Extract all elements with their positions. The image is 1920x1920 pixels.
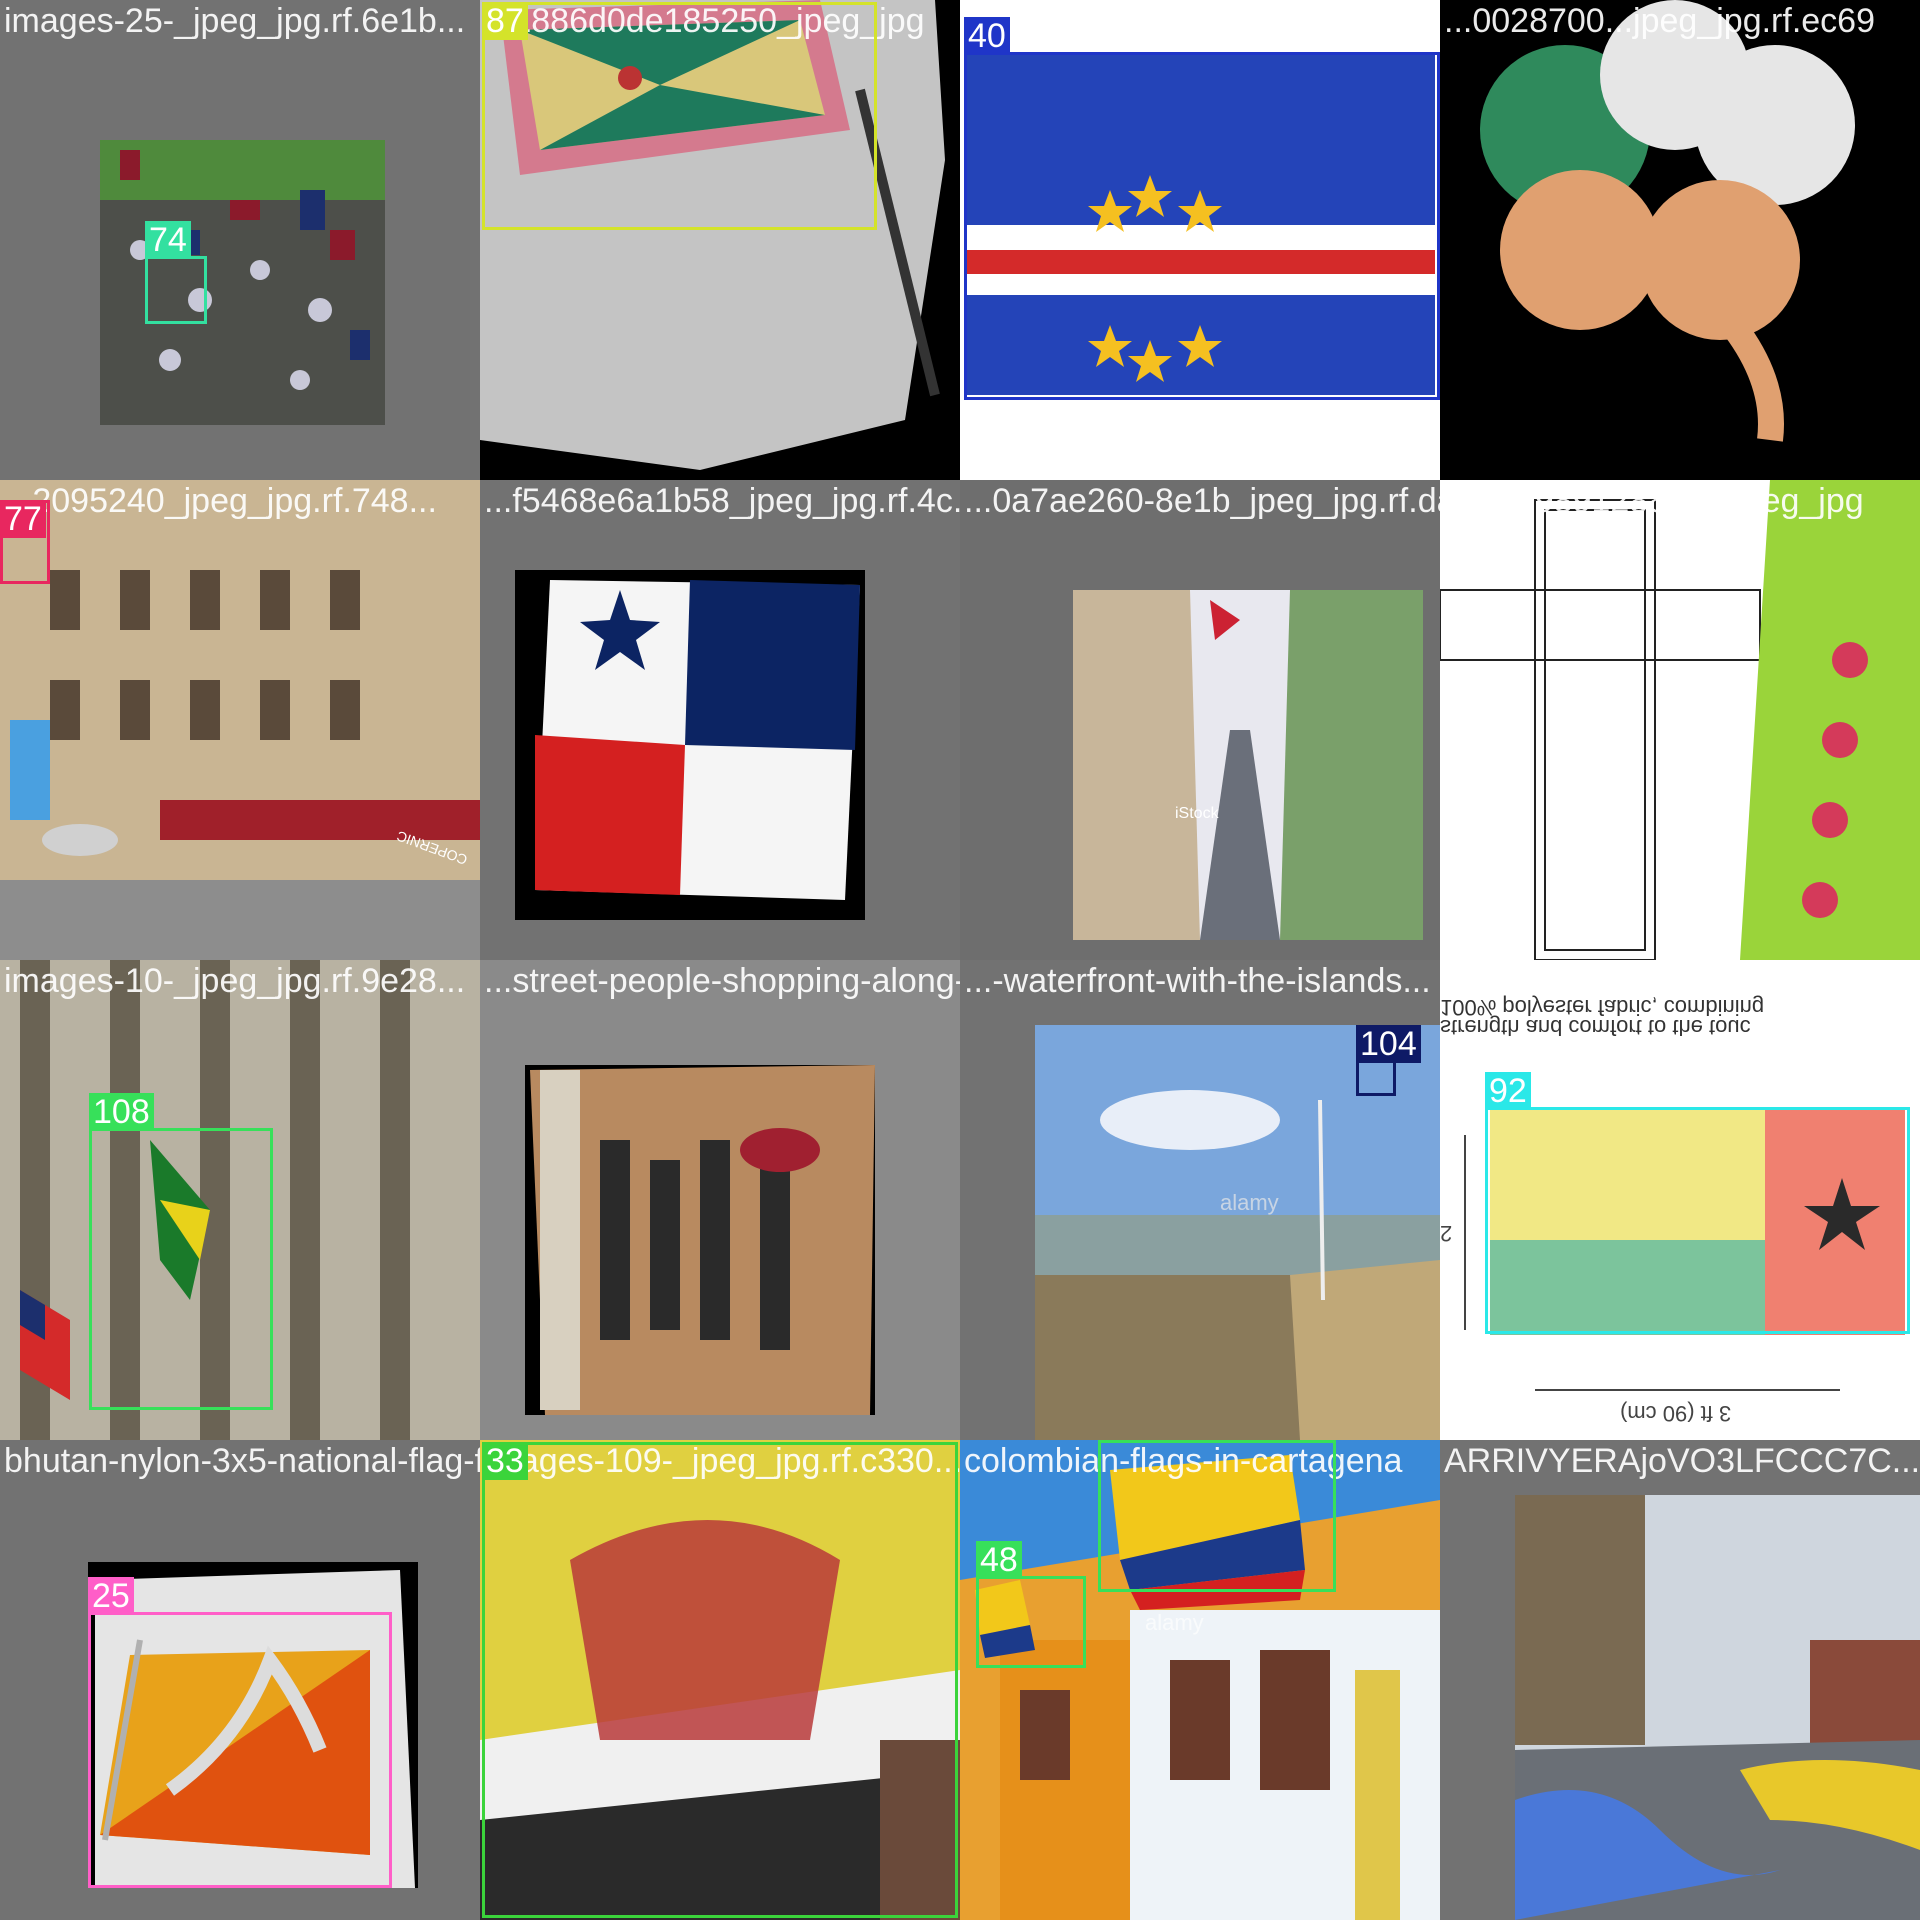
bbox-class-label: 25 xyxy=(88,1577,134,1615)
tile-5-image xyxy=(480,480,960,960)
bbox-class-label: 48 xyxy=(976,1541,1022,1579)
bounding-box: 104 xyxy=(1356,1025,1421,1096)
tile-10: ...-waterfront-with-the-islands... alamy… xyxy=(960,960,1440,1440)
tile-11: ...f1d8XDYbM1L_jpeg_jpg.rf.e... 100% pol… xyxy=(1440,960,1920,1440)
tile-13: images-109-_jpeg_jpg.rf.c330... 33 xyxy=(480,1440,960,1920)
tile-0-image xyxy=(0,0,480,480)
bbox-class-label: 48 xyxy=(1098,1440,1144,1443)
bbox-class-label: 92 xyxy=(1485,1072,1531,1110)
bbox-class-label: 108 xyxy=(89,1093,154,1131)
bounding-box: 40 xyxy=(964,17,1440,400)
bounding-box: 77 xyxy=(0,500,50,584)
tile-2: ...ab727e51f3_jpeg_jpg.rf.6c0... 40 xyxy=(960,0,1440,480)
bbox-class-label: 40 xyxy=(964,17,1010,55)
dimension-label: 2 xyxy=(1440,1221,1453,1246)
tile-8: images-10-_jpeg_jpg.rf.9e28... 108 xyxy=(0,960,480,1440)
bbox-class-label: 74 xyxy=(145,221,191,259)
bbox-class-label: 33 xyxy=(482,1442,528,1480)
tile-0: images-25-_jpeg_jpg.rf.6e1b... 74 xyxy=(0,0,480,480)
mosaic-grid: images-25-_jpeg_jpg.rf.6e1b... 74 ...188… xyxy=(0,0,1920,1920)
tile-5: ...f5468e6a1b58_jpeg_jpg.rf.4c... xyxy=(480,480,960,960)
dimension-label: 3 ft (90 cm) xyxy=(1620,1401,1732,1426)
watermark-text: alamy xyxy=(1145,1610,1204,1635)
tile-9: ...street-people-shopping-along-the... xyxy=(480,960,960,1440)
tile-3-image xyxy=(1440,0,1920,480)
watermark-text: alamy xyxy=(1220,1190,1279,1215)
bounding-box: 33 xyxy=(482,1442,958,1918)
tile-6-image xyxy=(960,480,1440,960)
bbox-class-label: 104 xyxy=(1356,1025,1421,1063)
watermark-text: iStock xyxy=(1175,805,1219,822)
tile-9-image xyxy=(480,960,960,1440)
bbox-class-label: 87 xyxy=(482,2,528,40)
tile-7: ...ccfb98912887-3_jpeg_jpg xyxy=(1440,480,1920,960)
bounding-box: 108 xyxy=(89,1093,273,1410)
tile-6: ...0a7ae260-8e1b_jpeg_jpg.rf.da26... iSt… xyxy=(960,480,1440,960)
bounding-box: 92 xyxy=(1485,1072,1910,1334)
tile-4-image xyxy=(0,480,480,960)
bounding-box: 74 xyxy=(145,221,207,324)
tile-15: ARRIVYERAjoVO3LFCCC7C... xyxy=(1440,1440,1920,1920)
tile-7-image xyxy=(1440,480,1920,960)
bounding-box: 48 xyxy=(976,1541,1086,1668)
tile-12: bhutan-nylon-3x5-national-flag-for-sale … xyxy=(0,1440,480,1920)
bounding-box: 87 xyxy=(482,2,877,230)
product-description-text: strength and comfort to the touc xyxy=(1440,1015,1751,1040)
bounding-box: 25 xyxy=(88,1577,392,1888)
tile-14: colombian-flags-in-cartagena alamy 48 48 xyxy=(960,1440,1440,1920)
tile-4: ...2095240_jpeg_jpg.rf.748... 77 COPERNI… xyxy=(0,480,480,960)
bbox-class-label: 77 xyxy=(0,500,46,538)
tile-1: ...1886d0de185250_jpeg_jpg 87 xyxy=(480,0,960,480)
tile-3: ...0028700...jpeg_jpg.rf.ec69 xyxy=(1440,0,1920,480)
bounding-box: 48 xyxy=(1098,1440,1336,1592)
tile-15-image xyxy=(1440,1440,1920,1920)
